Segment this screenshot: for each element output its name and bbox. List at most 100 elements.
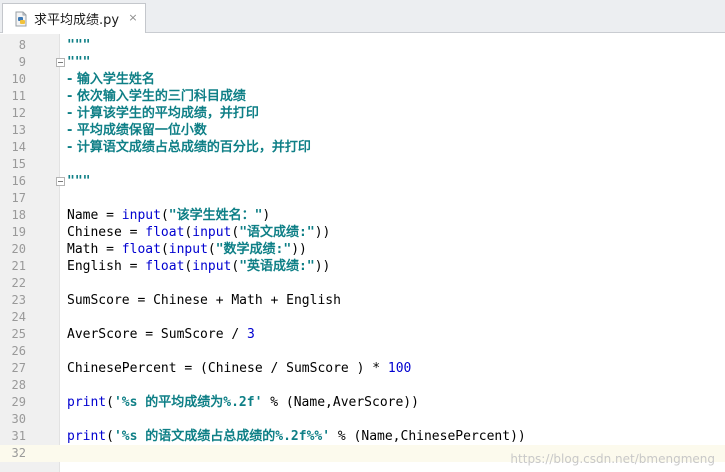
code-text: """	[67, 54, 90, 71]
string-literal: "英语成绩:"	[239, 259, 315, 274]
code-line[interactable]: 24	[0, 309, 725, 326]
code-token: (	[207, 242, 216, 257]
code-line[interactable]: 18 Name = input("该学生姓名：")	[0, 207, 725, 224]
code-token: AverScore = SumScore /	[67, 327, 248, 342]
line-number: 9	[18, 55, 26, 69]
code-token: (	[106, 429, 114, 444]
code-line[interactable]: 11 - 依次输入学生的三门科目成绩	[0, 88, 725, 105]
code-line[interactable]: 8 """	[0, 37, 725, 54]
code-token: (	[160, 242, 169, 257]
line-number: 15	[11, 157, 26, 171]
builtin-function: float	[121, 242, 161, 257]
code-token: )	[262, 208, 271, 223]
string-literal: "语文成绩:"	[239, 225, 315, 240]
docstring-line: - 输入学生姓名	[67, 72, 155, 87]
builtin-function: input	[168, 242, 208, 257]
code-token: (	[106, 395, 114, 410]
code-line[interactable]: 19 Chinese = float(input("语文成绩:"))	[0, 224, 725, 241]
code-token: SumScore = Chinese + Math + English	[67, 293, 341, 308]
line-number: 8	[18, 38, 26, 52]
code-text: SumScore = Chinese + Math + English	[67, 292, 341, 309]
builtin-function: float	[145, 225, 185, 240]
code-line[interactable]: 13 - 平均成绩保留一位小数	[0, 122, 725, 139]
code-token: (	[160, 208, 169, 223]
code-text: AverScore = SumScore / 3	[67, 326, 255, 343]
code-line[interactable]: 9 """	[0, 54, 725, 71]
code-text: - 计算语文成绩占总成绩的百分比，并打印	[67, 139, 311, 156]
string-literal: "数学成绩:"	[215, 242, 292, 257]
code-token: ChinesePercent = (Chinese / SumScore ) *	[67, 361, 388, 376]
builtin-function: input	[192, 259, 232, 274]
close-icon[interactable]: ×	[127, 12, 139, 24]
builtin-function: print	[67, 429, 107, 444]
code-line[interactable]: 21 English = float(input("英语成绩:"))	[0, 258, 725, 275]
code-line[interactable]: 27 ChinesePercent = (Chinese / SumScore )…	[0, 360, 725, 377]
code-token: ))	[314, 259, 331, 274]
code-text: - 依次输入学生的三门科目成绩	[67, 88, 246, 105]
code-token: English =	[67, 259, 146, 274]
code-line[interactable]: 22	[0, 275, 725, 292]
docstring-line: - 依次输入学生的三门科目成绩	[67, 89, 246, 104]
code-token: Chinese =	[67, 225, 146, 240]
code-line[interactable]: 23 SumScore = Chinese + Math + English	[0, 292, 725, 309]
line-number: 26	[11, 344, 26, 358]
line-number: 20	[11, 242, 26, 256]
code-text: """	[67, 173, 90, 190]
editor-tab-bar: 求平均成绩.py ×	[0, 0, 725, 33]
code-token: Name =	[67, 208, 122, 223]
tab-label: 求平均成绩.py	[34, 13, 120, 28]
code-line[interactable]: 20 Math = float(input("数学成绩:"))	[0, 241, 725, 258]
line-number: 10	[11, 72, 26, 86]
line-number: 21	[11, 259, 26, 273]
code-line[interactable]: 12 - 计算该学生的平均成绩，并打印	[0, 105, 725, 122]
builtin-function: print	[67, 395, 107, 410]
code-token: """	[67, 174, 91, 189]
code-token: ))	[314, 225, 331, 240]
line-number: 18	[11, 208, 26, 222]
code-text: English = float(input("英语成绩:"))	[67, 258, 330, 275]
code-line[interactable]: 10 - 输入学生姓名	[0, 71, 725, 88]
code-text: Math = float(input("数学成绩:"))	[67, 241, 307, 258]
builtin-function: input	[192, 225, 232, 240]
watermark: https://blog.csdn.net/bmengmeng	[510, 452, 715, 466]
code-line[interactable]: 17	[0, 190, 725, 207]
fold-toggle-icon[interactable]	[56, 58, 65, 67]
code-text: Chinese = float(input("语文成绩:"))	[67, 224, 330, 241]
code-line[interactable]: 28	[0, 377, 725, 394]
line-number: 25	[11, 327, 26, 341]
code-token: """	[67, 38, 91, 53]
docstring-line: - 平均成绩保留一位小数	[67, 123, 207, 138]
code-token: % (Name,AverScore))	[262, 395, 419, 410]
code-line[interactable]: 25 AverScore = SumScore / 3	[0, 326, 725, 343]
code-text: print('%s 的平均成绩为%.2f' % (Name,AverScore)…	[67, 394, 419, 411]
tab-qiu-pingjun-chengji[interactable]: 求平均成绩.py ×	[2, 3, 146, 33]
builtin-function: float	[145, 259, 185, 274]
line-number: 24	[11, 310, 26, 324]
string-literal: '%s 的语文成绩占总成绩的%.2f%%'	[113, 429, 331, 444]
line-number: 32	[0, 445, 26, 462]
number-literal: 100	[387, 361, 412, 376]
code-editor[interactable]: 8 """ 9 """ 10 - 输入学生姓名 11 - 依次输入学生的三门科目成绩 12 - 计…	[0, 34, 725, 472]
line-number: 12	[11, 106, 26, 120]
code-line[interactable]: 16 """	[0, 173, 725, 190]
code-text: """	[67, 37, 90, 54]
code-token: ))	[291, 242, 307, 257]
code-line[interactable]: 31 print('%s 的语文成绩占总成绩的%.2f%%' % (Name,Ch…	[0, 428, 725, 445]
code-text: - 输入学生姓名	[67, 71, 155, 88]
code-line[interactable]: 29 print('%s 的平均成绩为%.2f' % (Name,AverScor…	[0, 394, 725, 411]
fold-toggle-icon[interactable]	[56, 177, 65, 186]
code-line[interactable]: 26	[0, 343, 725, 360]
line-number: 14	[11, 140, 26, 154]
line-number: 31	[11, 429, 26, 443]
docstring-line: - 计算语文成绩占总成绩的百分比，并打印	[67, 140, 311, 155]
code-text: Name = input("该学生姓名：")	[67, 207, 270, 224]
string-literal: '%s 的平均成绩为%.2f'	[113, 395, 263, 410]
line-number: 28	[11, 378, 26, 392]
string-literal: "该学生姓名："	[168, 208, 263, 223]
code-line[interactable]: 15	[0, 156, 725, 173]
code-line[interactable]: 30	[0, 411, 725, 428]
line-number: 17	[11, 191, 26, 205]
line-number: 27	[11, 361, 26, 375]
line-number: 16	[11, 174, 26, 188]
code-line[interactable]: 14 - 计算语文成绩占总成绩的百分比，并打印	[0, 139, 725, 156]
